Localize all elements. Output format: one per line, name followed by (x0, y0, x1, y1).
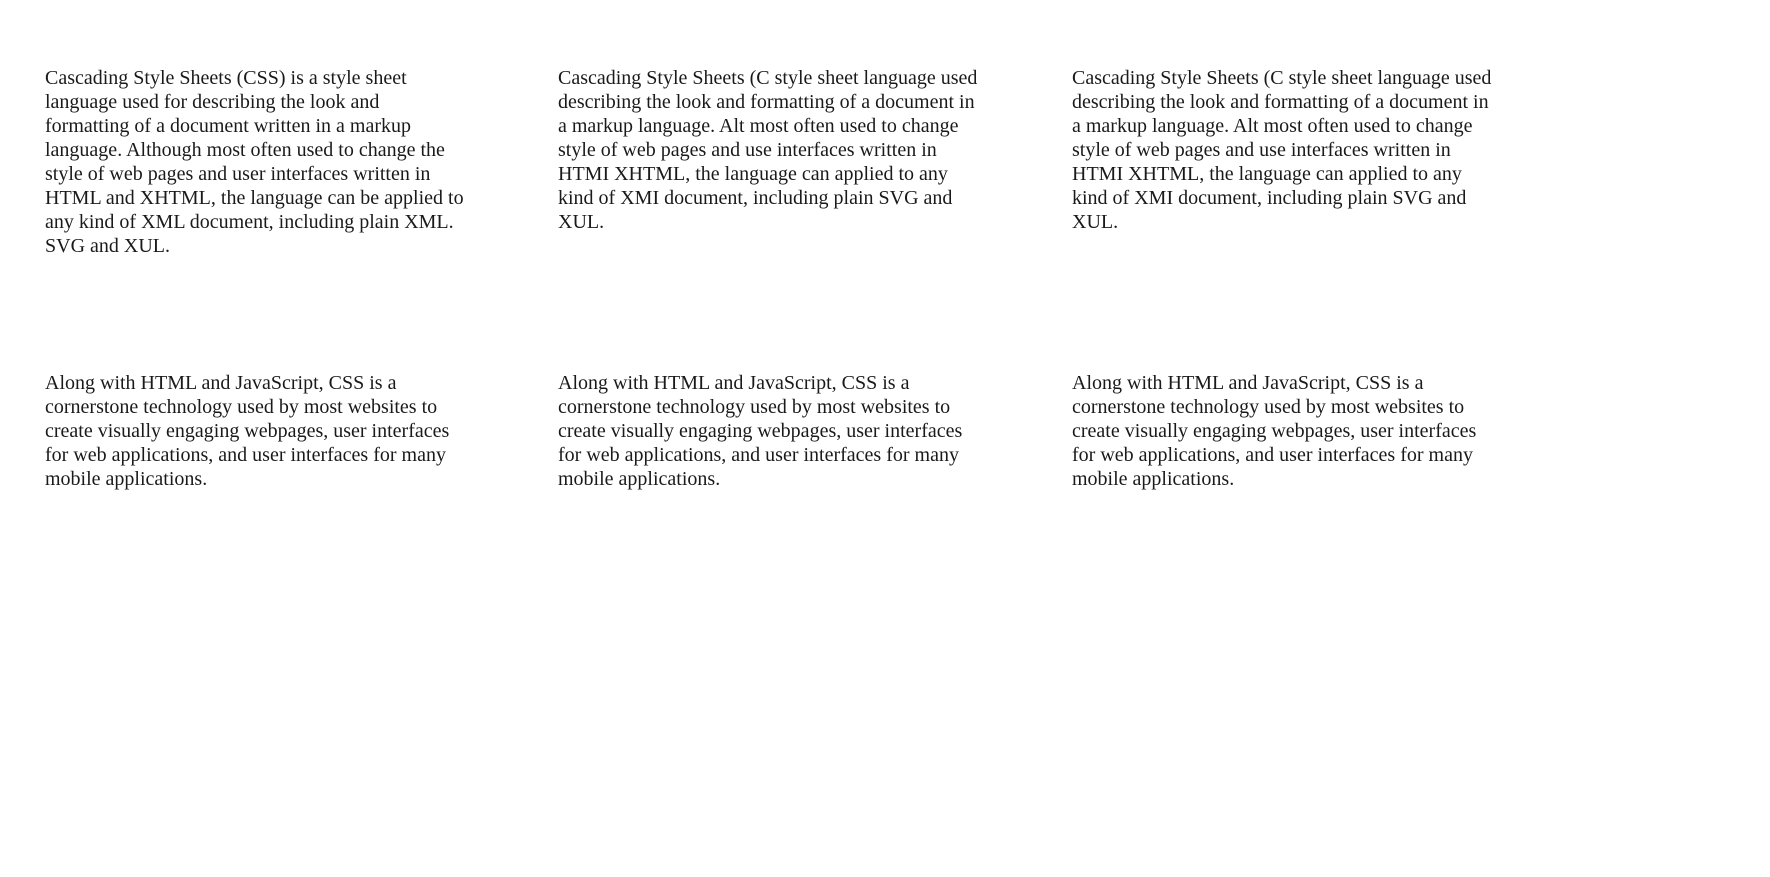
paragraph-col1-row2: Along with HTML and JavaScript, CSS is a… (45, 371, 515, 491)
paragraph-line: HTML and XHTML, the language can be appl… (45, 187, 464, 209)
paragraph-col2-row1: Cascading Style Sheets (C style sheet la… (558, 66, 1028, 234)
paragraph-line: Cascading Style Sheets (C style sheet la… (558, 67, 978, 89)
paragraph-line: language used for describing the look an… (45, 91, 380, 113)
paragraph-line: describing the look and formatting of a … (1072, 91, 1489, 113)
paragraph-line: a markup language. Alt most often used t… (1072, 115, 1473, 137)
paragraph-line: kind of XMI document, including plain SV… (1072, 187, 1467, 209)
paragraph-line: HTMI XHTML, the language can applied to … (558, 163, 948, 185)
paragraph-line: kind of XMI document, including plain SV… (558, 187, 953, 209)
paragraph-line: language. Although most often used to ch… (45, 139, 445, 161)
paragraph-line: create visually engaging webpages, user … (45, 420, 450, 442)
paragraph-line: XUL. (558, 211, 605, 233)
paragraph-line: SVG and XUL. (45, 235, 170, 257)
paragraph-line: style of web pages and use interfaces wr… (558, 139, 937, 161)
paragraph-col3-row1: Cascading Style Sheets (C style sheet la… (1072, 66, 1542, 234)
paragraph-line: Cascading Style Sheets (CSS) is a style … (45, 67, 407, 89)
paragraph-line: for web applications, and user interface… (1072, 444, 1473, 466)
paragraph-line: Along with HTML and JavaScript, CSS is a (558, 372, 910, 394)
paragraph-line: create visually engaging webpages, user … (1072, 420, 1477, 442)
paragraph-line: cornerstone technology used by most webs… (45, 396, 438, 418)
paragraph-line: style of web pages and user interfaces w… (45, 163, 431, 185)
paragraph-line: describing the look and formatting of a … (558, 91, 975, 113)
paragraph-col3-row2: Along with HTML and JavaScript, CSS is a… (1072, 371, 1542, 491)
paragraph-line: Along with HTML and JavaScript, CSS is a (1072, 372, 1424, 394)
paragraph-line: create visually engaging webpages, user … (558, 420, 963, 442)
paragraph-line: Cascading Style Sheets (C style sheet la… (1072, 67, 1492, 89)
paragraph-line: any kind of XML document, including plai… (45, 211, 454, 233)
paragraph-line: XUL. (1072, 211, 1119, 233)
paragraph-line: formatting of a document written in a ma… (45, 115, 412, 137)
paragraph-line: cornerstone technology used by most webs… (1072, 396, 1465, 418)
paragraph-line: mobile applications. (45, 468, 208, 490)
paragraph-line: for web applications, and user interface… (45, 444, 446, 466)
document-page: Cascading Style Sheets (CSS) is a style … (0, 0, 1770, 877)
paragraph-line: HTMI XHTML, the language can applied to … (1072, 163, 1462, 185)
paragraph-line: cornerstone technology used by most webs… (558, 396, 951, 418)
paragraph-line: mobile applications. (1072, 468, 1235, 490)
paragraph-line: mobile applications. (558, 468, 721, 490)
paragraph-line: Along with HTML and JavaScript, CSS is a (45, 372, 397, 394)
paragraph-line: a markup language. Alt most often used t… (558, 115, 959, 137)
paragraph-col1-row1: Cascading Style Sheets (CSS) is a style … (45, 66, 515, 258)
paragraph-line: for web applications, and user interface… (558, 444, 959, 466)
paragraph-line: style of web pages and use interfaces wr… (1072, 139, 1451, 161)
paragraph-col2-row2: Along with HTML and JavaScript, CSS is a… (558, 371, 1028, 491)
